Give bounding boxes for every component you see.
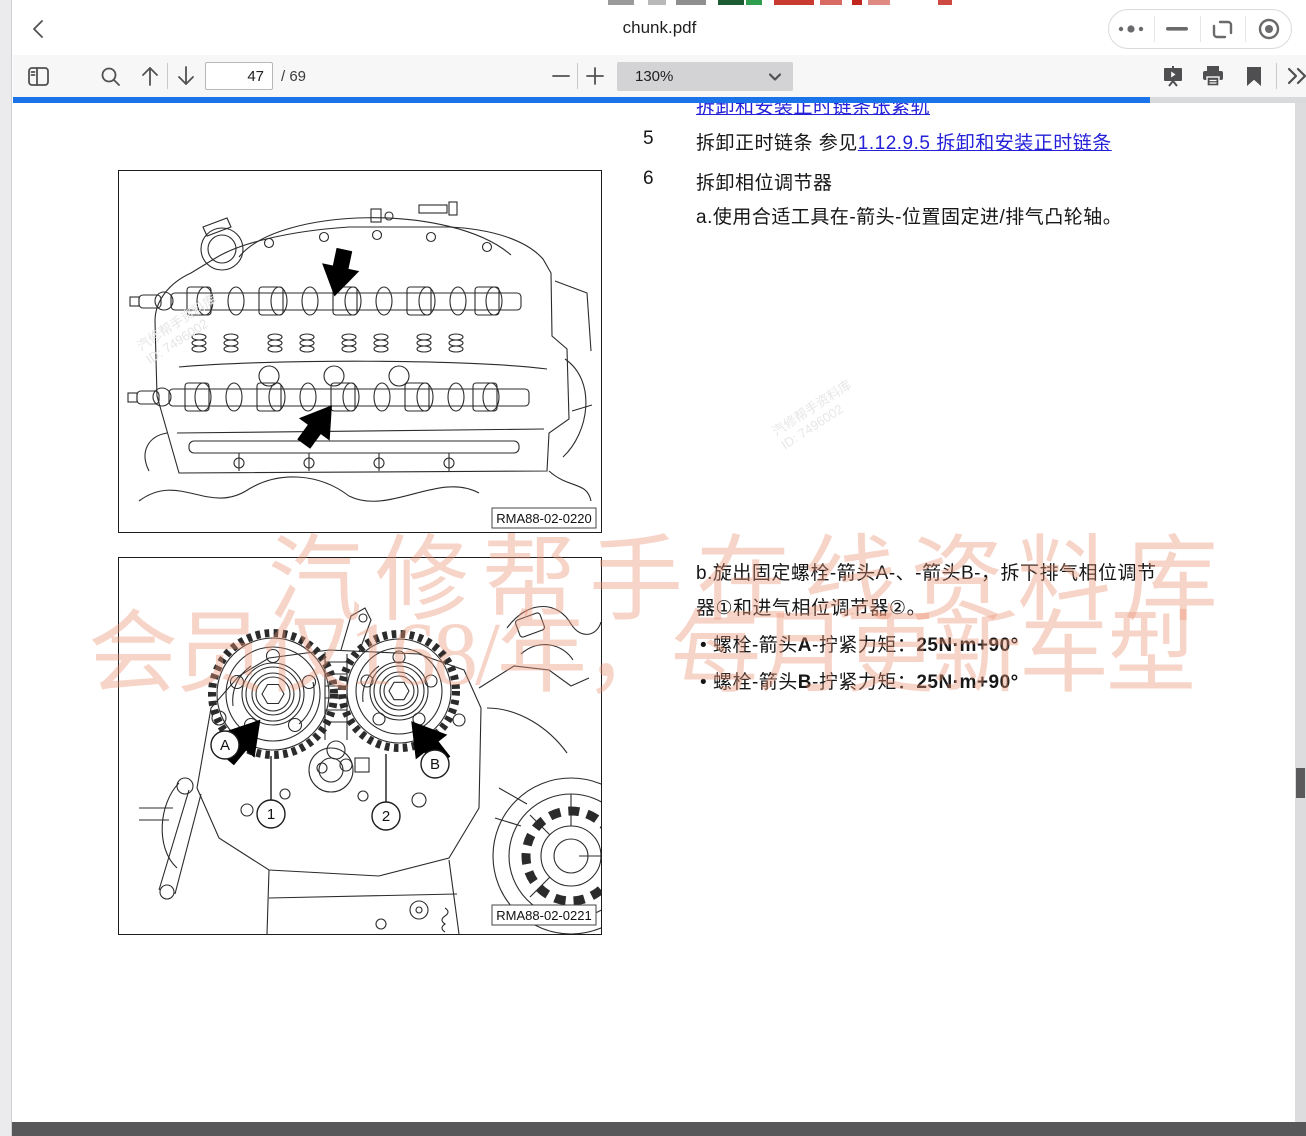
zoom-in-button[interactable]: [579, 55, 611, 97]
callout-2: 2: [382, 808, 390, 825]
more-tools-icon: [1286, 67, 1306, 85]
minimize-button[interactable]: [1155, 10, 1200, 48]
toolbar-divider: [1276, 63, 1277, 89]
bullet-b-pre: 螺栓-箭头: [713, 672, 798, 693]
sidebar-toggle-icon: [28, 67, 49, 86]
torque-bullet-b: • 螺栓-箭头B-拧紧力矩：25N·m+90°: [700, 667, 1019, 694]
titlebar: chunk.pdf: [13, 0, 1306, 55]
figure-cam-phasers: A B 1 2 RMA88-02-0221: [118, 557, 602, 935]
more-tools-button[interactable]: [1280, 55, 1306, 97]
figure1-id-watermark: 汽修帮手资料库 ID: 7496002: [134, 291, 227, 367]
window-controls: [1108, 9, 1292, 49]
bullet-a-pre: 螺栓-箭头: [713, 635, 798, 656]
more-options-button[interactable]: [1109, 10, 1154, 48]
bullet-b-letter: B: [798, 672, 812, 693]
search-button[interactable]: [93, 55, 127, 97]
bullet-a-letter: A: [798, 635, 812, 656]
callout-A: A: [220, 737, 230, 754]
page-number-input[interactable]: [205, 62, 273, 90]
arrow-up-icon: [140, 65, 160, 87]
bookmark-button[interactable]: [1236, 55, 1272, 97]
sidebar-toggle-button[interactable]: [21, 55, 55, 97]
svg-text:RMA88-02-0221: RMA88-02-0221: [496, 908, 591, 923]
background-fragment: [746, 0, 762, 5]
svg-text:RMA88-02-0220: RMA88-02-0220: [496, 511, 591, 526]
arrow-down-icon: [176, 65, 196, 87]
print-button[interactable]: [1194, 55, 1232, 97]
scrollbar-thumb[interactable]: [1296, 768, 1305, 798]
bookmark-icon: [1246, 66, 1262, 87]
cam-phaser-diagram: A B 1 2 RMA88-02-0221: [119, 558, 601, 934]
next-page-button[interactable]: [169, 55, 203, 97]
record-icon: [1257, 17, 1281, 41]
zoom-out-button[interactable]: [545, 55, 577, 97]
list-item-6-number: 6: [643, 168, 654, 190]
print-icon: [1202, 65, 1224, 87]
callout-1: 1: [267, 806, 275, 823]
torque-bullet-a: • 螺栓-箭头A-拧紧力矩：25N·m+90°: [700, 630, 1019, 657]
minimize-icon: [1166, 26, 1188, 32]
ellipsis-icon: [1116, 24, 1146, 34]
search-icon: [100, 66, 121, 87]
step-b-line1: b.旋出固定螺栓-箭头A-、-箭头B-，拆下排气相位调节: [696, 558, 1157, 585]
callout-B: B: [430, 756, 440, 773]
background-fragment: [648, 0, 666, 5]
list-item-5: 拆卸正时链条 参见1.12.9.5 拆卸和安装正时链条: [696, 128, 1112, 155]
engine-camshaft-diagram: 汽修帮手资料库 ID: 7496002 RMA88-02-0220: [119, 171, 601, 532]
toolbar-divider: [577, 63, 578, 89]
background-fragment: [676, 0, 706, 5]
bullet-dot: •: [700, 672, 707, 693]
pdf-viewer-window: 拆卸和安装正时链条张紧轨 5 拆卸正时链条 参见1.12.9.5 拆卸和安装正时…: [0, 0, 1306, 1136]
bullet-a-torque: 25N·m+90°: [916, 635, 1018, 656]
background-fragment: [852, 0, 862, 5]
pdf-page: 拆卸和安装正时链条张紧轨 5 拆卸正时链条 参见1.12.9.5 拆卸和安装正时…: [13, 103, 1295, 1122]
background-fragment: [718, 0, 744, 5]
arrow-upper-camshaft: [316, 246, 363, 301]
figure2-label: RMA88-02-0221: [492, 905, 596, 925]
timing-chain-section-link[interactable]: 1.12.9.5 拆卸和安装正时链条: [858, 133, 1112, 154]
restore-button[interactable]: [1201, 10, 1246, 48]
zoom-level-select[interactable]: 130%: [617, 62, 793, 91]
figure-engine-camshafts: 汽修帮手资料库 ID: 7496002 RMA88-02-0220: [118, 170, 602, 533]
arrow-lower-camshaft: [288, 394, 347, 455]
bullet-a-mid: -拧紧力矩：: [812, 635, 916, 656]
page-id-watermark: 汽修帮手资料库 ID: 7496002: [770, 377, 864, 453]
background-fragment: [608, 0, 634, 5]
desktop-edge-strip: [0, 0, 12, 1136]
zoom-level-value: 130%: [635, 68, 673, 85]
toolbar-divider: [167, 63, 168, 89]
background-fragment: [868, 0, 890, 5]
loading-progress-track: [13, 97, 1306, 103]
bullet-dot: •: [700, 635, 707, 656]
figure1-label: RMA88-02-0220: [492, 508, 596, 528]
restore-icon: [1211, 18, 1234, 41]
step-b-line2: 器①和进气相位调节器②。: [696, 593, 926, 620]
previous-page-button[interactable]: [133, 55, 167, 97]
pdf-toolbar: / 69 130%: [13, 55, 1306, 97]
present-button[interactable]: [1154, 55, 1192, 97]
background-fragment: [774, 0, 814, 5]
record-button[interactable]: [1246, 10, 1291, 48]
bullet-b-mid: -拧紧力矩：: [812, 672, 916, 693]
list-item-5-number: 5: [643, 128, 654, 150]
list-item-5-text: 拆卸正时链条 参见: [696, 133, 858, 154]
page-total-label: / 69: [281, 55, 306, 97]
background-fragment: [938, 0, 952, 5]
vertical-scrollbar[interactable]: [1295, 103, 1306, 1122]
background-fragment: [820, 0, 842, 5]
presentation-icon: [1162, 65, 1184, 87]
step-a-text: a.使用合适工具在-箭头-位置固定进/排气凸轮轴。: [696, 202, 1122, 229]
bullet-b-torque: 25N·m+90°: [916, 672, 1018, 693]
zoom-in-icon: [586, 67, 604, 85]
chevron-down-icon: [769, 73, 781, 81]
bottom-window-edge: [0, 1122, 1306, 1136]
list-item-6-text: 拆卸相位调节器: [696, 168, 833, 195]
zoom-out-icon: [552, 67, 570, 85]
loading-progress-bar: [13, 97, 1150, 103]
